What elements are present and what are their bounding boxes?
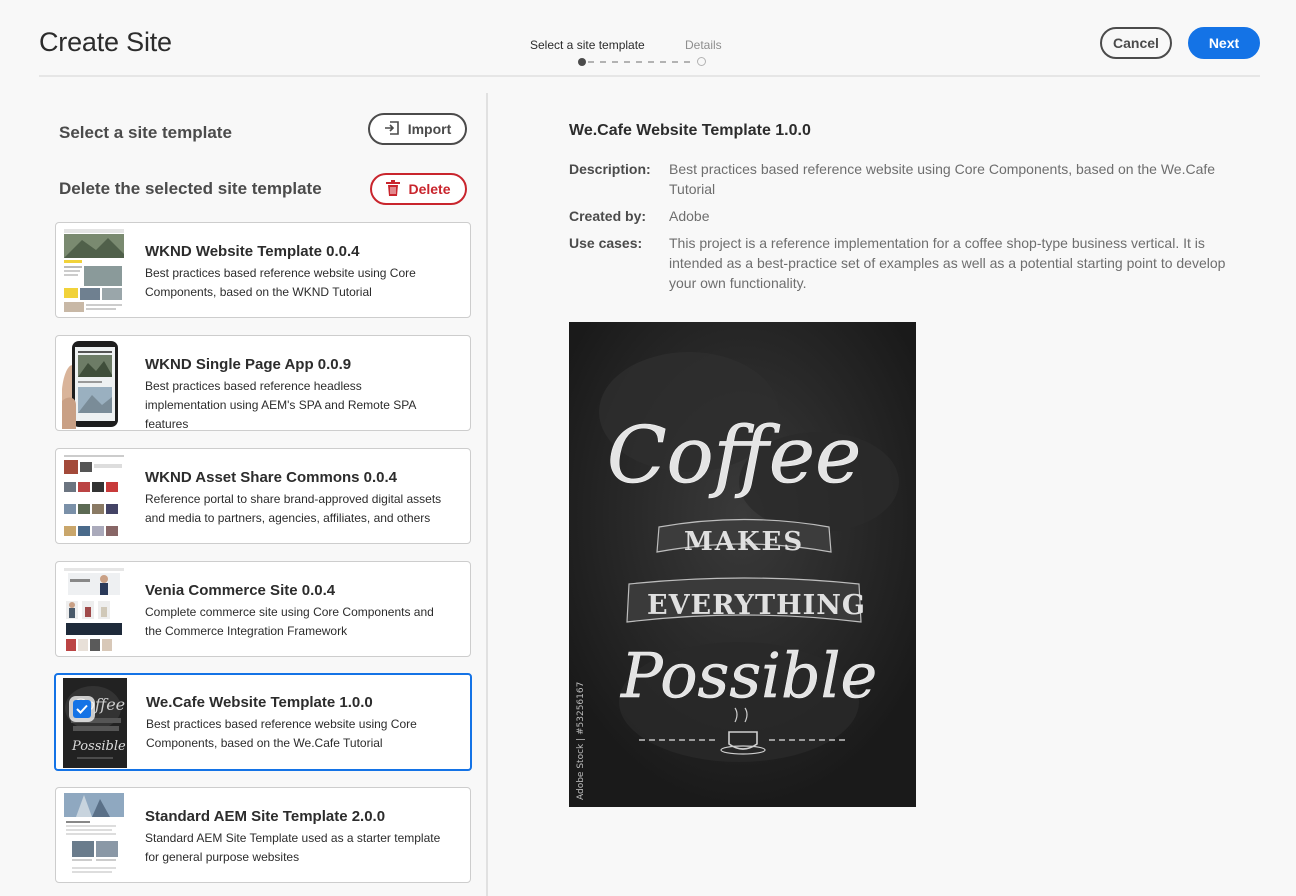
description-label: Description:	[569, 161, 651, 177]
template-preview-image: Coffee MAKES EVERYTHING Possible Adobe S…	[569, 322, 916, 807]
page-title: Create Site	[39, 27, 172, 57]
import-icon	[384, 120, 400, 139]
template-thumbnail	[62, 565, 126, 655]
template-card-wknd-spa[interactable]: WKND Single Page App 0.0.9 Best practice…	[55, 335, 471, 431]
preview-watermark: Adobe Stock | #53256167	[576, 682, 586, 800]
template-card-standard-aem[interactable]: Standard AEM Site Template 2.0.0 Standar…	[55, 787, 471, 883]
template-list-pane: Select a site template Import Delete the…	[39, 93, 488, 896]
trash-icon	[386, 179, 401, 199]
delete-template-label: Delete the selected site template	[59, 179, 322, 198]
template-card-wecafe[interactable]: Coffee Possible We.Cafe Website Template…	[54, 673, 472, 771]
template-card-title: We.Cafe Website Template 1.0.0	[146, 694, 373, 711]
template-card-description: Complete commerce site using Core Compon…	[145, 605, 434, 638]
template-detail-pane: We.Cafe Website Template 1.0.0 Descripti…	[490, 93, 1296, 896]
created-by-label: Created by:	[569, 208, 647, 224]
next-button[interactable]: Next	[1188, 27, 1260, 59]
template-card-wknd-website[interactable]: WKND Website Template 0.0.4 Best practic…	[55, 222, 471, 318]
template-card-description: Best practices based reference website u…	[145, 266, 416, 299]
import-button[interactable]: Import	[368, 113, 467, 145]
template-card-description: Standard AEM Site Template used as a sta…	[145, 831, 441, 864]
step-details: Details	[685, 38, 722, 52]
delete-label: Delete	[408, 181, 451, 197]
template-thumbnail: Coffee Possible	[63, 678, 127, 768]
use-cases-value: This project is a reference implementati…	[669, 235, 1226, 291]
cancel-button[interactable]: Cancel	[1100, 27, 1172, 59]
template-thumbnail	[62, 226, 126, 316]
use-cases-label: Use cases:	[569, 235, 643, 251]
detail-title: We.Cafe Website Template 1.0.0	[569, 122, 811, 139]
template-card-description: Reference portal to share brand-approved…	[145, 492, 442, 525]
preview-text-makes: MAKES	[684, 527, 804, 557]
template-card-title: WKND Single Page App 0.0.9	[145, 356, 352, 373]
preview-text-everything: EVERYTHING	[647, 590, 866, 621]
step-select-template: Select a site template	[530, 38, 645, 52]
svg-text:Possible: Possible	[71, 739, 126, 754]
template-card-title: WKND Asset Share Commons 0.0.4	[145, 469, 398, 486]
top-bar: Create Site Select a site template Detai…	[0, 0, 1296, 77]
delete-button[interactable]: Delete	[370, 173, 467, 205]
template-thumbnail	[62, 339, 126, 429]
template-thumbnail	[62, 791, 126, 881]
step-indicator-next	[697, 57, 706, 66]
preview-text-coffee: Coffee	[607, 411, 861, 501]
import-label: Import	[407, 121, 452, 137]
template-card-venia-commerce[interactable]: Venia Commerce Site 0.0.4 Complete comme…	[55, 561, 471, 657]
header-divider	[39, 75, 1260, 77]
select-template-label: Select a site template	[59, 123, 232, 142]
template-card-title: Venia Commerce Site 0.0.4	[145, 582, 336, 599]
step-progress-track	[588, 61, 696, 63]
preview-text-possible: Possible	[620, 639, 877, 712]
template-card-wknd-asset-share[interactable]: WKND Asset Share Commons 0.0.4 Reference…	[55, 448, 471, 544]
template-card-description: Best practices based reference headless …	[145, 379, 416, 431]
selected-checkbox[interactable]	[73, 700, 91, 718]
created-by-value: Adobe	[669, 208, 710, 224]
template-card-title: Standard AEM Site Template 2.0.0	[145, 808, 386, 825]
template-card-description: Best practices based reference website u…	[146, 717, 417, 750]
template-card-title: WKND Website Template 0.0.4	[145, 243, 360, 260]
step-indicator-current	[578, 58, 586, 66]
template-thumbnail	[62, 452, 126, 542]
stepper: Select a site template Details	[520, 36, 740, 68]
description-value: Best practices based reference website u…	[669, 161, 1216, 197]
